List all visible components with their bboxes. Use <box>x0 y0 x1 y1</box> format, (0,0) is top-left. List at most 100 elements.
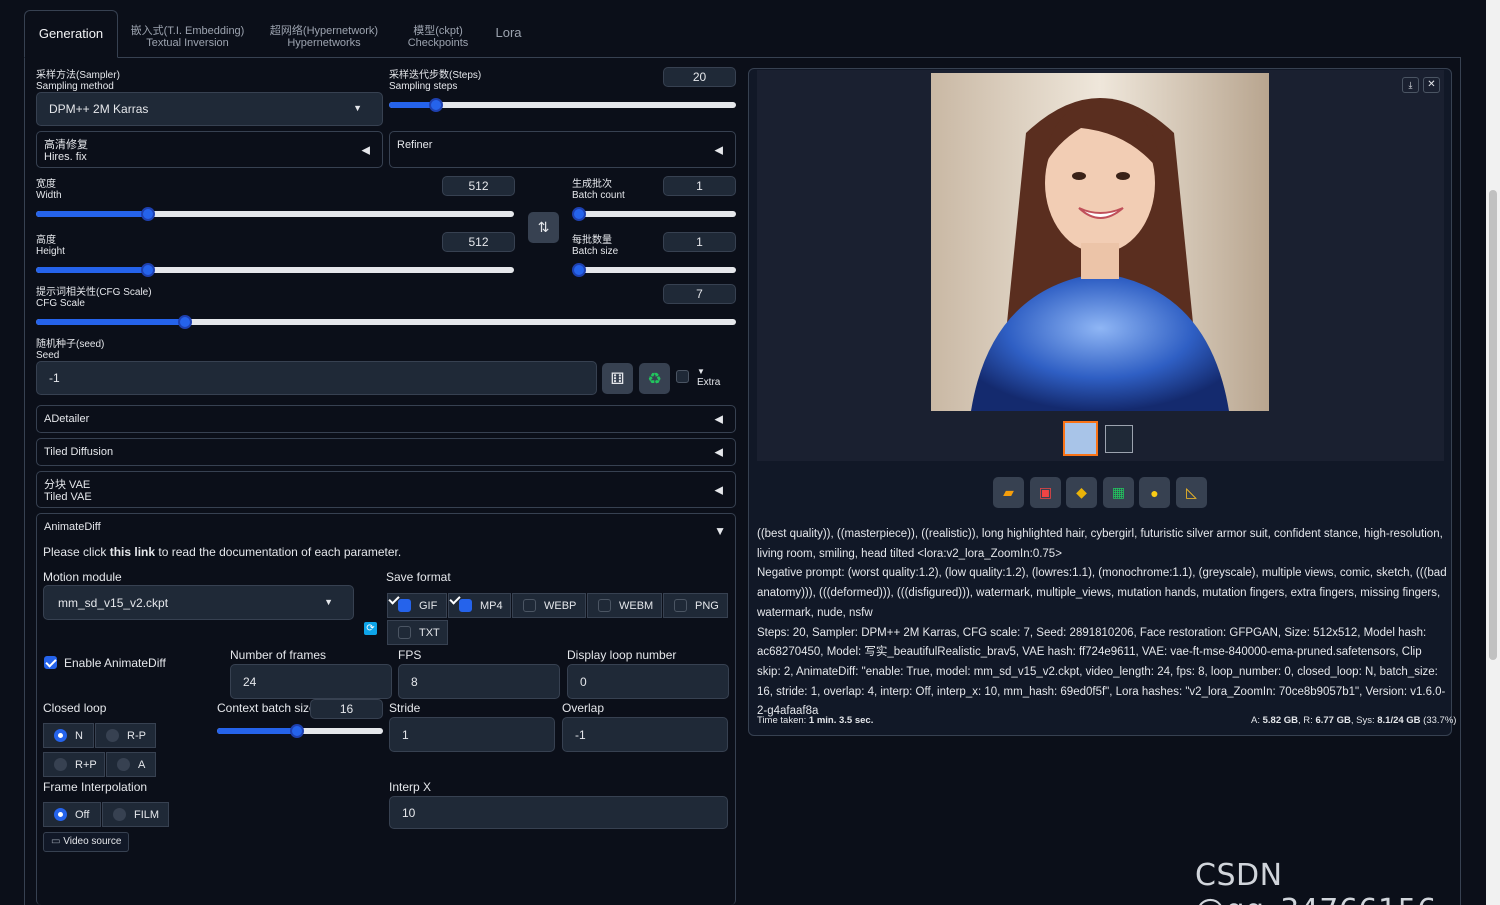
close-icon[interactable]: ✕ <box>1423 77 1440 93</box>
random-seed-button[interactable]: ⚅ <box>602 363 633 394</box>
cfg-input[interactable]: 7 <box>663 284 736 304</box>
expand-arrow-icon[interactable]: ▼ <box>714 524 726 538</box>
width-slider[interactable] <box>36 207 514 221</box>
adetailer-accordion[interactable]: ADetailer ◀ <box>36 405 736 433</box>
animatediff-doc-text: Please click this link to read the docum… <box>43 545 402 559</box>
format-mp4[interactable]: MP4 <box>448 593 511 618</box>
extra-checkbox[interactable] <box>676 370 689 383</box>
format-gif[interactable]: GIF <box>387 593 447 618</box>
closed-loop-a[interactable]: A <box>106 752 156 777</box>
fps-input[interactable]: 8 <box>398 664 560 699</box>
seed-input[interactable]: -1 <box>36 361 597 395</box>
csdn-watermark: CSDN @qq_34766156 <box>1195 858 1436 905</box>
height-input[interactable]: 512 <box>442 232 515 252</box>
format-mp4-checkbox[interactable] <box>459 599 472 612</box>
height-slider[interactable] <box>36 263 514 277</box>
batch-size-slider[interactable] <box>572 263 736 277</box>
gallery-thumbnail-2[interactable] <box>1105 425 1133 453</box>
loop-input[interactable]: 0 <box>567 664 729 699</box>
format-txt[interactable]: TXT <box>387 620 448 645</box>
format-webm[interactable]: WEBM <box>587 593 662 618</box>
swap-dimensions-button[interactable]: ⇅ <box>528 212 559 243</box>
batch-count-slider[interactable] <box>572 207 736 221</box>
dice-icon: ⚅ <box>610 370 625 388</box>
floppy-icon: ▣ <box>1038 484 1053 500</box>
format-txt-checkbox[interactable] <box>398 626 411 639</box>
refresh-icon[interactable]: ⟳ <box>364 622 377 635</box>
cfg-slider[interactable] <box>36 315 736 329</box>
video-icon: ▭ <box>51 836 61 847</box>
batch-size-slider-thumb[interactable] <box>572 263 586 277</box>
archive-icon: ◆ <box>1076 484 1087 500</box>
frames-input[interactable]: 24 <box>230 664 392 699</box>
closed-loop-label: Closed loop <box>43 701 107 715</box>
tab-textual-inversion[interactable]: 嵌入式(T.I. Embedding) Textual Inversion <box>124 10 251 58</box>
steps-label: 采样迭代步数(Steps) Sampling steps <box>389 70 482 92</box>
interp-off[interactable]: Off <box>43 802 101 827</box>
overlap-input[interactable]: -1 <box>562 717 728 752</box>
loop-label: Display loop number <box>567 648 677 662</box>
extra-toggle[interactable]: ▼ Extra <box>697 366 720 388</box>
tab-generation[interactable]: Generation <box>24 10 118 58</box>
enable-animatediff-checkbox[interactable] <box>44 656 57 669</box>
reuse-seed-button[interactable]: ♻ <box>639 363 670 394</box>
animatediff-title[interactable]: AnimateDiff <box>44 521 101 533</box>
format-png[interactable]: PNG <box>663 593 728 618</box>
closed-loop-rp[interactable]: R-P <box>95 723 156 748</box>
width-input[interactable]: 512 <box>442 176 515 196</box>
tiled-vae-accordion[interactable]: 分块 VAE Tiled VAE ◀ <box>36 471 736 508</box>
batch-count-input[interactable]: 1 <box>663 176 736 196</box>
sampler-dropdown[interactable]: DPM++ 2M Karras ▼ <box>36 92 383 126</box>
gallery-thumbnail-1[interactable] <box>1063 421 1098 456</box>
scrollbar-thumb[interactable] <box>1489 190 1497 660</box>
context-batch-input[interactable]: 16 <box>310 699 383 719</box>
interp-film[interactable]: FILM <box>102 802 169 827</box>
format-webp[interactable]: WEBP <box>512 593 586 618</box>
format-webp-checkbox[interactable] <box>523 599 536 612</box>
width-slider-thumb[interactable] <box>141 207 155 221</box>
cfg-slider-thumb[interactable] <box>178 315 192 329</box>
stride-input[interactable]: 1 <box>389 717 555 752</box>
closed-loop-n[interactable]: N <box>43 723 94 748</box>
palette-icon: ● <box>1150 484 1159 501</box>
folder-icon: ▰ <box>1003 484 1014 500</box>
doc-link[interactable]: this link <box>110 545 155 559</box>
format-png-checkbox[interactable] <box>674 599 687 612</box>
batch-size-input[interactable]: 1 <box>663 232 736 252</box>
context-batch-slider[interactable] <box>217 724 383 738</box>
steps-input[interactable]: 20 <box>663 67 736 87</box>
tiled-diffusion-accordion[interactable]: Tiled Diffusion ◀ <box>36 438 736 466</box>
send-to-extras-button[interactable]: ◺ <box>1176 477 1207 508</box>
interpx-input[interactable]: 10 <box>389 796 728 829</box>
send-to-inpaint-button[interactable]: ● <box>1139 477 1170 508</box>
collapse-arrow-icon: ◀ <box>714 413 723 426</box>
height-slider-thumb[interactable] <box>141 263 155 277</box>
open-folder-button[interactable]: ▰ <box>993 477 1024 508</box>
batch-count-slider-thumb[interactable] <box>572 207 586 221</box>
stride-label: Stride <box>389 701 421 715</box>
generated-image[interactable] <box>931 73 1269 411</box>
width-label: 宽度 Width <box>36 179 62 201</box>
steps-slider[interactable] <box>389 98 736 112</box>
tab-lora[interactable]: Lora <box>486 10 531 58</box>
info-prompt: ((best quality)), ((masterpiece)), ((rea… <box>757 528 1443 560</box>
tab-hypernetworks[interactable]: 超网络(Hypernetwork) Hypernetworks <box>264 10 384 58</box>
download-icon[interactable]: ⤓ <box>1402 77 1419 93</box>
zip-button[interactable]: ◆ <box>1066 477 1097 508</box>
info-negative: Negative prompt: (worst quality:1.2), (l… <box>757 567 1447 619</box>
hires-fix-accordion[interactable]: 高清修复 Hires. fix ◀ <box>36 131 383 168</box>
save-button[interactable]: ▣ <box>1030 477 1061 508</box>
send-to-img2img-button[interactable]: ▦ <box>1103 477 1134 508</box>
refiner-accordion[interactable]: Refiner ◀ <box>389 131 736 168</box>
format-gif-checkbox[interactable] <box>398 599 411 612</box>
interpx-label: Interp X <box>389 780 432 794</box>
video-source-tab[interactable]: ▭ Video source <box>43 832 130 852</box>
context-batch-slider-thumb[interactable] <box>290 724 304 738</box>
motion-module-dropdown[interactable]: mm_sd_v15_v2.ckpt ▼ <box>43 585 354 620</box>
sampler-label: 采样方法(Sampler) Sampling method <box>36 70 120 92</box>
closed-loop-rpp[interactable]: R+P <box>43 752 105 777</box>
format-webm-checkbox[interactable] <box>598 599 611 612</box>
tab-checkpoints[interactable]: 模型(ckpt) Checkpoints <box>399 10 477 58</box>
collapse-arrow-icon: ◀ <box>714 446 723 459</box>
steps-slider-thumb[interactable] <box>429 98 443 112</box>
